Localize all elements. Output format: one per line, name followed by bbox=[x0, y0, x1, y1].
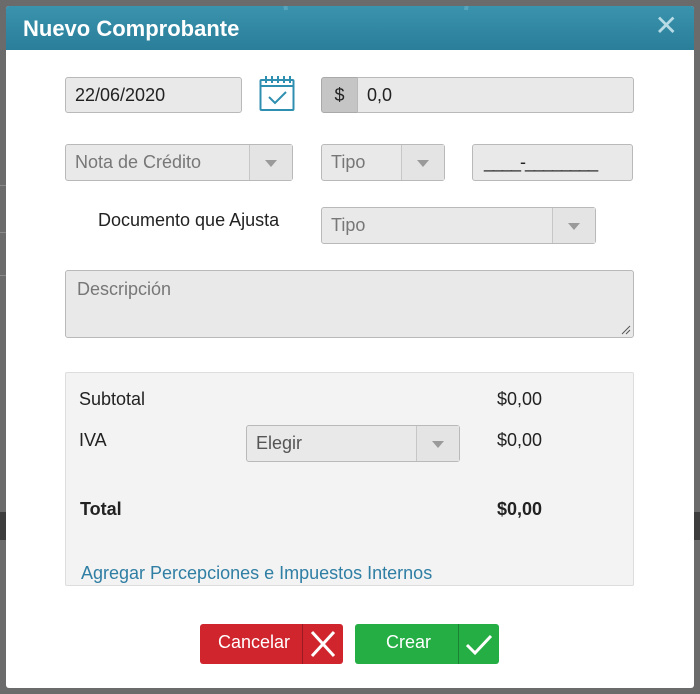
totals-panel: Subtotal $0,00 IVA Elegir $0,00 Total $0… bbox=[65, 372, 634, 586]
chevron-down-icon bbox=[249, 145, 292, 180]
tipo-placeholder: Tipo bbox=[331, 152, 366, 172]
modal-title: Nuevo Comprobante bbox=[23, 16, 240, 41]
description-textarea[interactable]: Descripción bbox=[65, 270, 634, 338]
description-placeholder: Descripción bbox=[77, 279, 172, 299]
total-value: $0,00 bbox=[497, 499, 543, 519]
create-button[interactable]: Crear bbox=[355, 624, 499, 664]
iva-select-value: Elegir bbox=[256, 433, 303, 453]
adjust-document-label: Documento que Ajusta bbox=[98, 210, 280, 230]
iva-value: $0,00 bbox=[497, 430, 543, 450]
voucher-type-value: Nota de Crédito bbox=[75, 152, 202, 172]
date-input[interactable]: 22/06/2020 bbox=[65, 77, 242, 113]
voucher-type-select[interactable]: Nota de Crédito bbox=[65, 144, 293, 181]
iva-label: IVA bbox=[79, 430, 107, 450]
voucher-number-mask: ____-________ bbox=[484, 152, 598, 172]
adjust-tipo-select[interactable]: Tipo bbox=[321, 207, 596, 244]
header-watermark bbox=[276, 6, 476, 22]
currency-prefix: $ bbox=[321, 77, 358, 113]
chevron-down-icon bbox=[416, 426, 459, 461]
adjust-tipo-placeholder: Tipo bbox=[331, 215, 366, 235]
close-icon bbox=[302, 624, 343, 664]
chevron-down-icon bbox=[401, 145, 444, 180]
add-perceptions-link[interactable]: Agregar Percepciones e Impuestos Interno… bbox=[81, 563, 432, 584]
tipo-select[interactable]: Tipo bbox=[321, 144, 445, 181]
calendar-icon[interactable] bbox=[259, 74, 295, 112]
subtotal-value: $0,00 bbox=[497, 389, 543, 409]
close-icon[interactable]: ✕ bbox=[655, 12, 678, 40]
new-voucher-modal: Nuevo Comprobante ✕ 22/06/2020 $ 0,0 Not… bbox=[6, 6, 694, 688]
cancel-button-label: Cancelar bbox=[218, 632, 291, 652]
total-label: Total bbox=[80, 499, 122, 519]
subtotal-label: Subtotal bbox=[79, 389, 146, 409]
date-value: 22/06/2020 bbox=[75, 85, 166, 105]
iva-select[interactable]: Elegir bbox=[246, 425, 460, 462]
amount-input[interactable]: 0,0 bbox=[357, 77, 634, 113]
create-button-label: Crear bbox=[386, 632, 432, 652]
resize-handle-icon[interactable] bbox=[621, 325, 631, 335]
modal-header: Nuevo Comprobante ✕ bbox=[6, 6, 694, 50]
amount-value: 0,0 bbox=[367, 85, 393, 105]
chevron-down-icon bbox=[552, 208, 595, 243]
cancel-button[interactable]: Cancelar bbox=[200, 624, 343, 664]
voucher-number-input[interactable]: ____-________ bbox=[472, 144, 633, 181]
background-bar bbox=[694, 512, 700, 540]
check-icon bbox=[458, 624, 499, 664]
